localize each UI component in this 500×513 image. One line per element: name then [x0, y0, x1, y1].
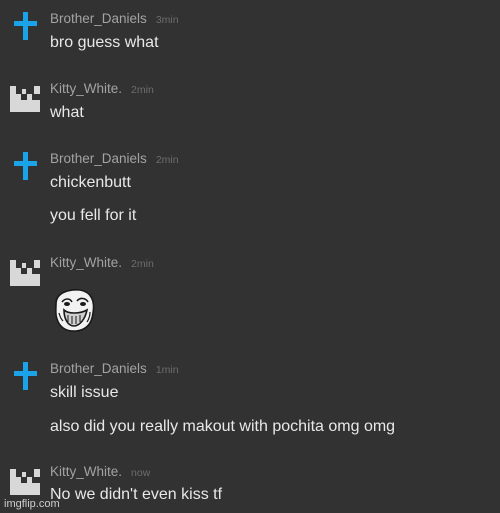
message-header: Kitty_White. now — [50, 463, 150, 482]
pixel-castle-icon[interactable] — [8, 463, 42, 497]
username[interactable]: Kitty_White. — [50, 464, 122, 479]
username[interactable]: Brother_Daniels — [50, 11, 147, 26]
username[interactable]: Brother_Daniels — [50, 361, 147, 376]
message-header: Brother_Daniels 2min — [50, 150, 179, 169]
blue-cross-icon[interactable] — [8, 150, 42, 184]
message-text: bro guess what — [50, 34, 159, 51]
message-text: what — [50, 104, 84, 121]
username[interactable]: Kitty_White. — [50, 81, 122, 96]
pixel-castle-icon[interactable] — [8, 80, 42, 114]
username[interactable]: Kitty_White. — [50, 255, 122, 270]
message-header: Kitty_White. 2min — [50, 80, 154, 99]
troll-face-icon — [54, 289, 95, 332]
timestamp: 3min — [155, 14, 179, 26]
message-text: chickenbutt — [50, 174, 131, 191]
message-header: Brother_Daniels 3min — [50, 10, 179, 29]
timestamp: now — [131, 467, 151, 479]
username[interactable]: Brother_Daniels — [50, 151, 147, 166]
timestamp: 2min — [155, 154, 179, 166]
imgflip-watermark: imgflip.com — [4, 498, 60, 510]
pixel-castle-icon[interactable] — [8, 254, 42, 288]
message-text: you fell for it — [50, 207, 137, 224]
timestamp: 2min — [131, 258, 154, 270]
message-header: Kitty_White. 2min — [50, 254, 154, 273]
message-text: skill issue — [50, 384, 119, 401]
blue-cross-icon[interactable] — [8, 10, 42, 44]
message-text: No we didn't even kiss tf — [50, 486, 223, 503]
blue-cross-icon[interactable] — [8, 360, 42, 394]
timestamp: 2min — [131, 84, 154, 96]
message-header: Brother_Daniels 1min — [50, 360, 179, 379]
message-text: also did you really makout with pochita … — [50, 418, 396, 435]
timestamp: 1min — [155, 364, 179, 376]
